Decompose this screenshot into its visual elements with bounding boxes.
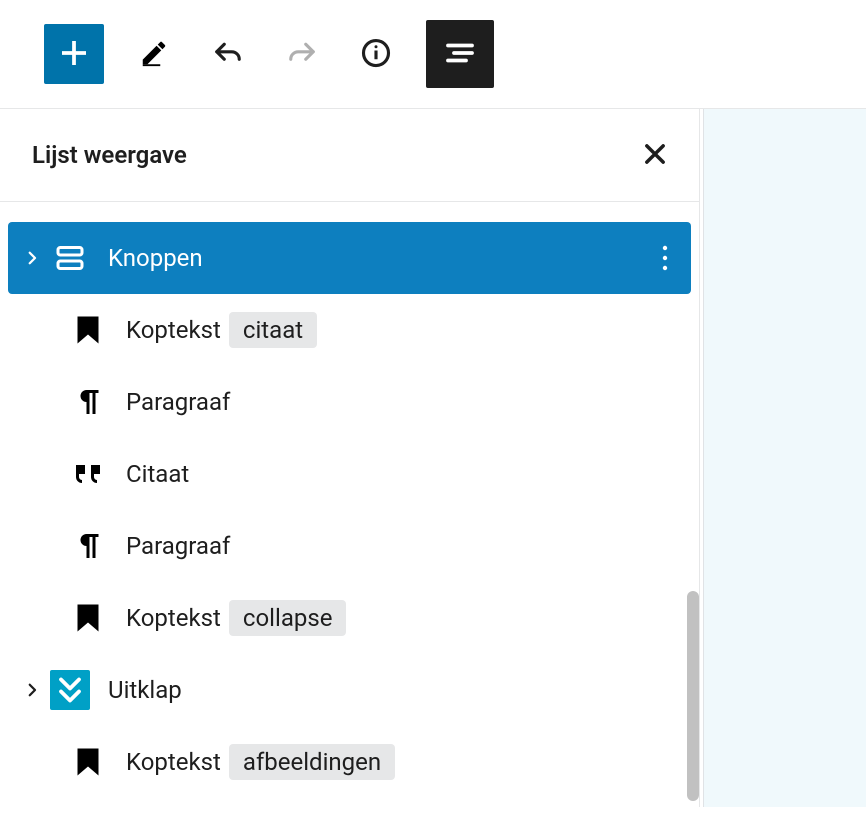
block-list: Knoppen Koptekst citaat Paragraaf [0, 202, 699, 806]
block-label: Koptekst [126, 316, 221, 344]
block-label: Citaat [126, 460, 189, 488]
block-item-koptekst[interactable]: Koptekst citaat [8, 294, 691, 366]
quote-icon [68, 454, 108, 494]
expand-icon [50, 670, 90, 710]
list-view-button[interactable] [426, 20, 494, 88]
paragraph-icon [68, 382, 108, 422]
block-item-citaat[interactable]: Citaat [8, 438, 691, 510]
buttons-icon [50, 238, 90, 278]
undo-button[interactable] [204, 30, 252, 78]
undo-icon [213, 38, 243, 71]
redo-button[interactable] [278, 30, 326, 78]
block-label: Paragraaf [126, 388, 230, 416]
block-item-uitklap[interactable]: Uitklap [8, 654, 691, 726]
redo-icon [287, 38, 317, 71]
info-icon [361, 38, 391, 71]
block-item-paragraaf[interactable]: Paragraaf [8, 510, 691, 582]
pencil-icon [139, 38, 169, 71]
block-label: Koptekst [126, 748, 221, 776]
heading-icon [68, 742, 108, 782]
block-badge: collapse [229, 600, 347, 636]
plus-icon [56, 35, 92, 74]
block-label: Paragraaf [126, 532, 230, 560]
expand-toggle[interactable] [22, 681, 42, 699]
panel-header: Lijst weergave [0, 109, 699, 202]
list-view-icon [442, 35, 478, 74]
close-panel-button[interactable] [637, 137, 673, 173]
editor-toolbar [0, 0, 866, 109]
block-label: Knoppen [108, 244, 203, 272]
block-badge: afbeeldingen [229, 744, 395, 780]
main-area: Lijst weergave Knoppen [0, 109, 866, 807]
editor-canvas[interactable] [703, 109, 866, 807]
block-item-paragraaf[interactable]: Paragraaf [8, 366, 691, 438]
block-badge: citaat [229, 312, 317, 348]
panel-title: Lijst weergave [32, 141, 187, 169]
block-label: Uitklap [108, 676, 182, 704]
scrollbar-thumb[interactable] [687, 591, 699, 801]
list-view-panel: Lijst weergave Knoppen [0, 109, 700, 807]
block-item-knoppen[interactable]: Knoppen [8, 222, 691, 294]
expand-toggle[interactable] [22, 249, 42, 267]
edit-button[interactable] [130, 30, 178, 78]
close-icon [641, 140, 669, 171]
heading-icon [68, 310, 108, 350]
info-button[interactable] [352, 30, 400, 78]
block-label: Koptekst [126, 604, 221, 632]
add-block-button[interactable] [44, 24, 104, 84]
more-options-button[interactable] [653, 242, 677, 274]
block-item-koptekst[interactable]: Koptekst afbeeldingen [8, 726, 691, 798]
heading-icon [68, 598, 108, 638]
block-item-koptekst[interactable]: Koptekst collapse [8, 582, 691, 654]
paragraph-icon [68, 526, 108, 566]
